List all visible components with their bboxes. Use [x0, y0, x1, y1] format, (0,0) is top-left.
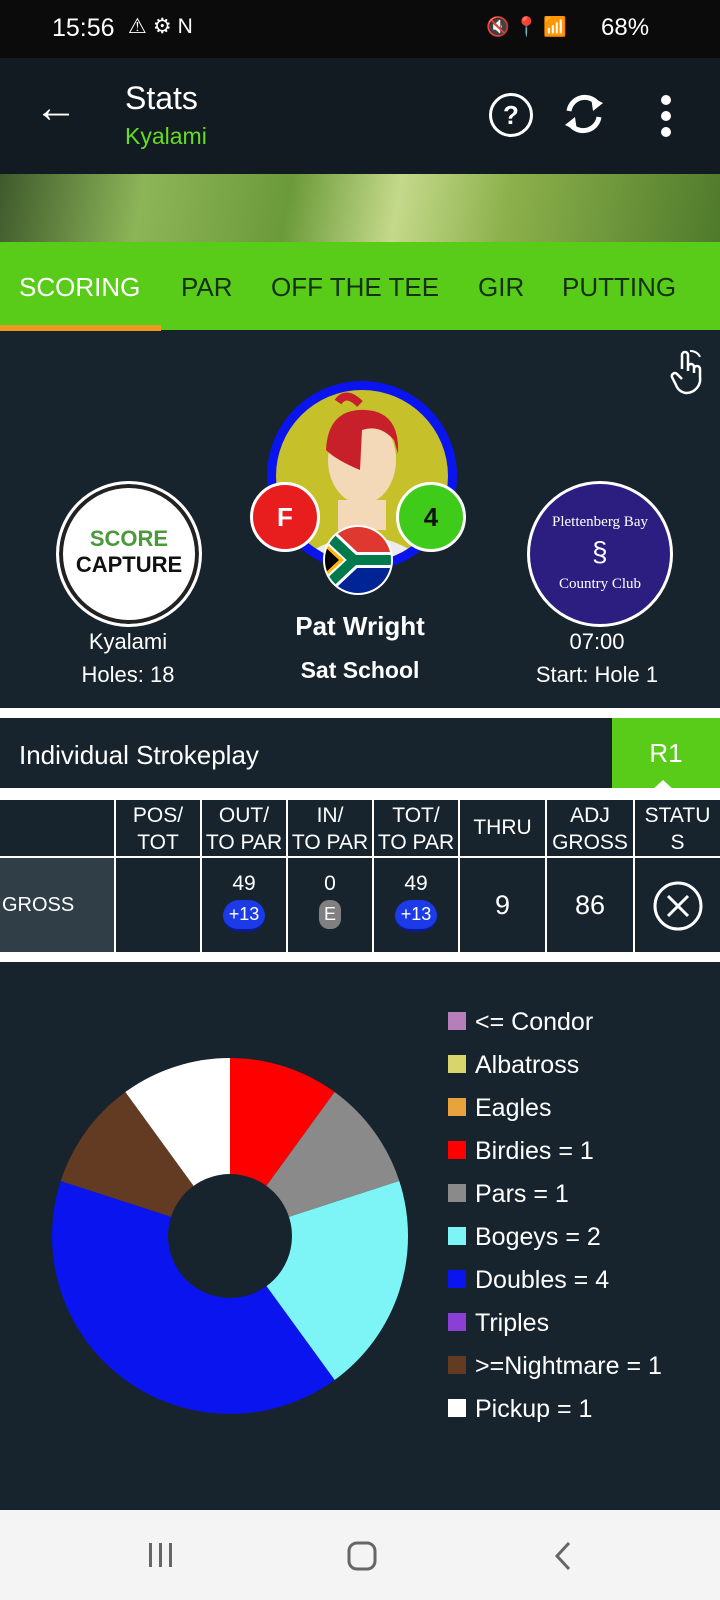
cell-tot: 49 +13	[374, 858, 458, 952]
legend-label: Eagles	[475, 1094, 552, 1122]
logo-score-text: SCORE	[89, 526, 169, 551]
status-time: 15:56	[52, 14, 115, 42]
back-nav-icon[interactable]	[553, 1541, 573, 1571]
header-status: STATU S	[635, 800, 720, 856]
left-club-holes: Holes: 18	[81, 662, 175, 687]
legend-swatch	[448, 1184, 466, 1202]
cell-adj-gross: 86	[547, 858, 633, 952]
battery-level: 68%	[601, 14, 650, 41]
legend-swatch	[448, 1012, 466, 1030]
player-school: Sat School	[300, 657, 420, 683]
right-logo-line1: Plettenberg Bay	[552, 514, 648, 530]
player-name: Pat Wright	[295, 611, 425, 641]
legend-label: Birdies = 1	[475, 1137, 594, 1165]
legend-swatch	[448, 1227, 466, 1245]
system-nav-bar	[0, 1510, 720, 1600]
legend-swatch	[448, 1399, 466, 1417]
out-value: 49	[232, 872, 256, 895]
header-pos-tot: POS/ TOT	[116, 800, 200, 856]
tab-off-the-tee[interactable]: OFF THE TEE	[271, 242, 439, 330]
gender-badge: F	[250, 482, 320, 552]
in-value: 0	[324, 872, 336, 895]
right-club-logo[interactable]: Plettenberg Bay § Country Club	[527, 481, 673, 627]
legend-swatch	[448, 1098, 466, 1116]
out-par-badge: +13	[222, 900, 266, 932]
tot-value: 49	[404, 872, 428, 895]
seahorse-icon: §	[592, 536, 608, 567]
legend-label: Pickup = 1	[475, 1395, 593, 1423]
app-bar: ← Stats Kyalami ?	[0, 58, 720, 174]
start-hole: Start: Hole 1	[535, 662, 659, 687]
back-arrow-icon[interactable]: ←	[34, 86, 78, 130]
home-icon[interactable]	[347, 1541, 377, 1571]
page-title: Stats	[125, 80, 198, 116]
tab-scoring[interactable]: SCORING	[19, 242, 140, 330]
section-title: Individual Strokeplay	[19, 740, 259, 770]
legend-label: >=Nightmare = 1	[475, 1352, 662, 1380]
handicap-badge: 4	[396, 482, 466, 552]
cell-out: 49 +13	[202, 858, 286, 952]
legend-label: <= Condor	[475, 1008, 594, 1036]
stats-tabs: SCORING PAR OFF THE TEE GIR PUTTING	[0, 242, 720, 330]
chart-legend: <= Condor Albatross Eagles Birdies = 1 Pars …	[0, 962, 720, 1510]
legend-swatch	[448, 1356, 466, 1374]
table-header-empty	[0, 800, 114, 856]
system-icons: 🔇📍📶	[486, 17, 572, 38]
legend-label: Pars = 1	[475, 1180, 569, 1208]
stats-table: POS/ TOT OUT/ TO PAR IN/ TO PAR TOT/ TO …	[0, 800, 720, 952]
legend-label: Doubles = 4	[475, 1266, 610, 1294]
row-label-cell: GROSS	[0, 858, 114, 952]
header-out-to-par: OUT/ TO PAR	[202, 800, 286, 856]
cell-pos-tot	[116, 858, 200, 952]
help-icon[interactable]: ?	[489, 93, 533, 137]
recent-apps-icon[interactable]	[147, 1541, 175, 1569]
more-options-icon[interactable]	[660, 94, 672, 138]
tab-gir[interactable]: GIR	[478, 242, 524, 330]
legend-label: Bogeys = 2	[475, 1223, 601, 1251]
scoring-chart-panel: <= Condor Albatross Eagles Birdies = 1 Pars …	[0, 962, 720, 1510]
logo-capture-text: CAPTURE	[75, 552, 183, 577]
legend-label: Albatross	[475, 1051, 580, 1079]
notification-icons: ⚠⚙N	[128, 15, 199, 38]
header-tot-to-par: TOT/ TO PAR	[374, 800, 458, 856]
course-banner-image	[0, 174, 720, 242]
tot-par-badge: +13	[394, 900, 438, 932]
active-tab-indicator	[0, 325, 161, 331]
right-logo-line2: Country Club	[558, 576, 642, 592]
swipe-gesture-icon	[670, 349, 702, 395]
page-subtitle: Kyalami	[125, 123, 207, 149]
tee-time: 07:00	[569, 629, 625, 654]
header-thru: THRU	[460, 800, 545, 856]
row-label-gross: GROSS	[2, 894, 75, 916]
status-cancel-icon[interactable]	[652, 880, 704, 932]
round-tab-r1[interactable]: R1	[612, 718, 720, 788]
tab-par[interactable]: PAR	[181, 242, 233, 330]
refresh-icon[interactable]	[561, 91, 607, 137]
left-club-name: Kyalami	[88, 629, 168, 654]
divider	[0, 708, 720, 718]
cell-in: 0 E	[288, 858, 372, 952]
status-bar: 15:56 ⚠⚙N 🔇📍📶 68%	[0, 0, 720, 58]
divider	[0, 788, 720, 800]
south-africa-flag-icon	[323, 525, 393, 595]
header-in-to-par: IN/ TO PAR	[288, 800, 372, 856]
legend-swatch	[448, 1141, 466, 1159]
in-par-badge: E	[318, 900, 341, 929]
left-club-logo[interactable]: SCORE CAPTURE	[56, 481, 202, 627]
tab-putting[interactable]: PUTTING	[562, 242, 676, 330]
cell-status	[635, 858, 720, 952]
legend-swatch	[448, 1055, 466, 1073]
legend-swatch	[448, 1313, 466, 1331]
header-adj-gross: ADJ GROSS	[547, 800, 633, 856]
legend-label: Triples	[475, 1309, 550, 1337]
cell-thru: 9	[460, 858, 545, 952]
legend-swatch	[448, 1270, 466, 1288]
divider	[0, 952, 720, 962]
